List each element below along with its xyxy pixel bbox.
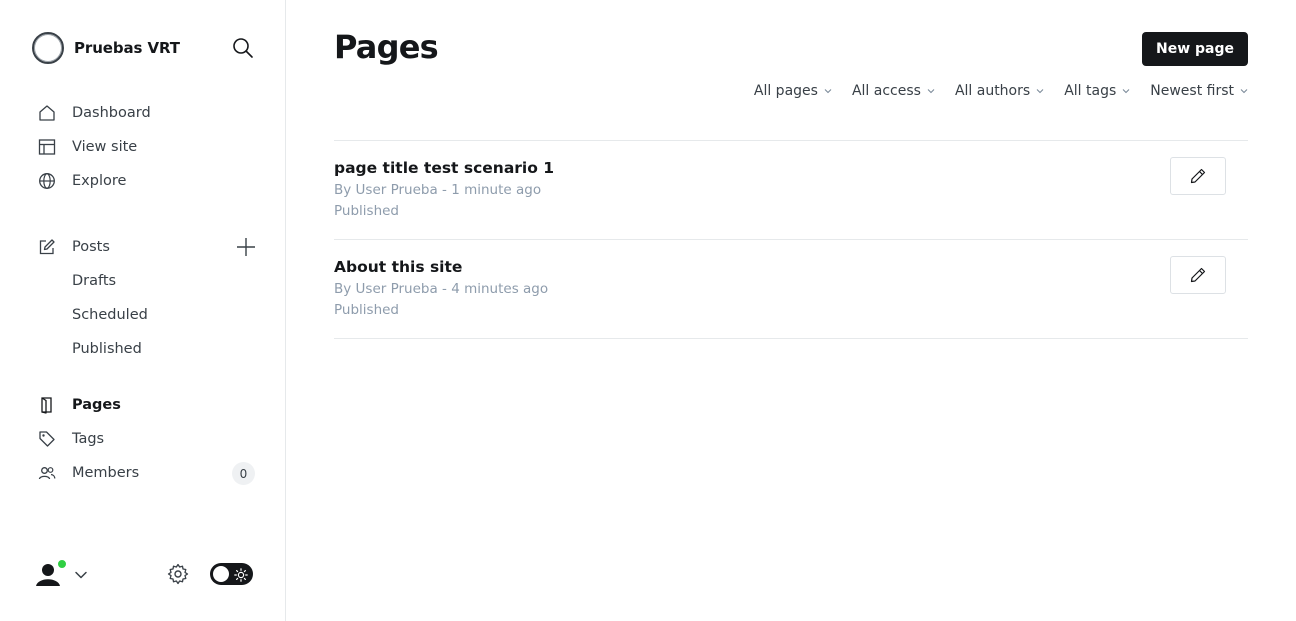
search-icon[interactable]: [232, 37, 254, 59]
edit-page-button[interactable]: [1170, 157, 1226, 195]
chevron-down-icon: [1240, 89, 1248, 94]
sidebar-footer: [32, 556, 256, 592]
sidebar-item-label: Dashboard: [72, 105, 151, 121]
sidebar: Pruebas VRT Dashboard View site Explore: [0, 0, 286, 621]
filter-type-dropdown[interactable]: All pages: [754, 80, 832, 102]
pages-list: page title test scenario 1 By User Prueb…: [334, 140, 1248, 339]
avatar[interactable]: [32, 558, 67, 590]
sidebar-item-label: Scheduled: [72, 307, 148, 323]
globe-icon: [38, 172, 56, 190]
filter-label: All authors: [954, 83, 1031, 99]
filter-access-dropdown[interactable]: All access: [852, 80, 935, 102]
filter-tags-dropdown[interactable]: All tags: [1064, 80, 1130, 102]
secondary-nav: Pages Tags Members 0: [32, 388, 260, 490]
site-logo: [32, 32, 64, 64]
filter-authors-dropdown[interactable]: All authors: [955, 80, 1044, 102]
page-item-status: Published: [334, 302, 399, 318]
sidebar-item-label: Posts: [72, 239, 110, 255]
members-count-badge: 0: [232, 462, 255, 485]
pencil-icon: [1190, 168, 1206, 184]
chevron-down-icon: [1036, 89, 1044, 94]
gear-icon[interactable]: [167, 563, 189, 585]
chevron-down-icon: [1122, 89, 1130, 94]
page-title: Pages: [334, 28, 439, 66]
add-post-icon[interactable]: [236, 237, 256, 257]
page-item-title[interactable]: page title test scenario 1: [334, 159, 554, 177]
chevron-down-icon[interactable]: [74, 567, 88, 581]
primary-nav: Dashboard View site Explore: [32, 96, 260, 198]
sidebar-item-label: Explore: [72, 173, 127, 189]
chevron-down-icon: [927, 89, 935, 94]
sidebar-item-explore[interactable]: Explore: [32, 164, 260, 198]
filter-label: All pages: [753, 83, 818, 99]
list-item[interactable]: About this site By User Prueba - 4 minut…: [334, 240, 1248, 339]
page-item-title[interactable]: About this site: [334, 258, 462, 276]
page-icon: [38, 396, 56, 414]
sidebar-item-published[interactable]: Published: [32, 332, 260, 366]
site-brand[interactable]: Pruebas VRT: [32, 32, 180, 64]
online-status-indicator: [57, 559, 67, 569]
sidebar-item-label: Tags: [72, 431, 105, 447]
site-name: Pruebas VRT: [74, 39, 180, 57]
sidebar-item-drafts[interactable]: Drafts: [32, 264, 260, 298]
main-content: Pages New page All pages All access All …: [334, 0, 1248, 621]
filter-label: All access: [851, 83, 921, 99]
sidebar-item-tags[interactable]: Tags: [32, 422, 260, 456]
tag-icon: [38, 430, 56, 448]
members-icon: [38, 464, 56, 482]
sun-icon: [234, 567, 248, 582]
posts-nav: Posts Drafts Scheduled Published: [32, 230, 260, 366]
page-item-meta: By User Prueba - 1 minute ago: [334, 182, 542, 198]
list-item[interactable]: page title test scenario 1 By User Prueb…: [334, 141, 1248, 240]
edit-page-button[interactable]: [1170, 256, 1226, 294]
pencil-icon: [1190, 267, 1206, 283]
filter-label: Newest first: [1150, 83, 1234, 99]
filter-bar: All pages All access All authors All tag…: [734, 80, 1248, 102]
home-icon: [38, 104, 56, 122]
sort-order-dropdown[interactable]: Newest first: [1150, 80, 1248, 102]
page-item-status: Published: [334, 203, 399, 219]
new-page-button[interactable]: New page: [1141, 32, 1248, 66]
sidebar-item-posts[interactable]: Posts: [32, 230, 260, 264]
sidebar-item-label: Members: [72, 465, 140, 481]
sidebar-item-label: View site: [72, 139, 138, 155]
sidebar-item-members[interactable]: Members 0: [32, 456, 260, 490]
page-item-meta: By User Prueba - 4 minutes ago: [334, 281, 549, 297]
edit-icon: [38, 238, 56, 256]
layout-icon: [38, 138, 56, 156]
toggle-knob: [213, 566, 229, 582]
chevron-down-icon: [824, 89, 832, 94]
filter-label: All tags: [1064, 83, 1117, 99]
sidebar-item-label: Drafts: [72, 273, 117, 289]
sidebar-item-scheduled[interactable]: Scheduled: [32, 298, 260, 332]
sidebar-item-pages[interactable]: Pages: [32, 388, 260, 422]
sidebar-item-label: Pages: [72, 397, 121, 413]
sidebar-item-dashboard[interactable]: Dashboard: [32, 96, 260, 130]
sidebar-item-label: Published: [72, 341, 142, 357]
dark-mode-toggle[interactable]: [210, 563, 253, 585]
sidebar-item-view-site[interactable]: View site: [32, 130, 260, 164]
